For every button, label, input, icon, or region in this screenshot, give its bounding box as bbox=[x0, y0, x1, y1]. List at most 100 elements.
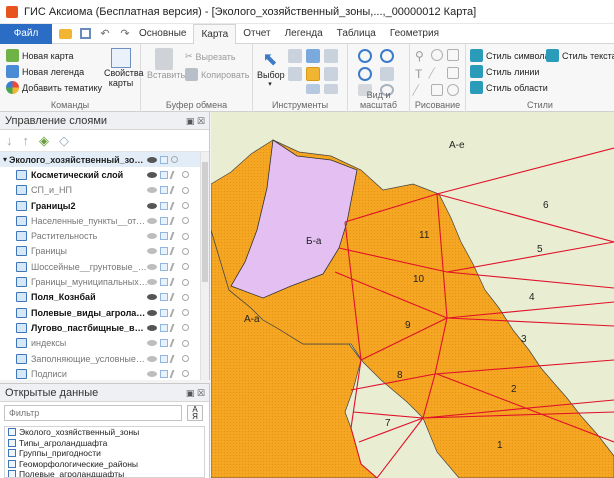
open-data-window-buttons[interactable]: ▣ ☒ bbox=[186, 388, 205, 399]
eraser-icon[interactable] bbox=[324, 84, 338, 94]
label-pin-icon[interactable] bbox=[182, 309, 189, 317]
editable-pencil-icon[interactable] bbox=[169, 354, 181, 363]
layer-root[interactable]: ▾ Эколого_хозяйственный_зон... bbox=[0, 152, 209, 168]
filter-input[interactable] bbox=[4, 405, 182, 421]
move-up-icon[interactable]: ↑ bbox=[23, 133, 30, 148]
visibility-eye-icon[interactable] bbox=[147, 156, 157, 163]
label-pin-icon[interactable] bbox=[182, 293, 189, 301]
editable-pencil-icon[interactable] bbox=[169, 170, 181, 179]
paste-button[interactable]: Вставить bbox=[147, 48, 185, 80]
layer-row[interactable]: Поля_Кознбай bbox=[0, 290, 209, 305]
label-pin-icon[interactable] bbox=[182, 370, 189, 378]
zoom-in-icon[interactable] bbox=[358, 67, 372, 81]
layer-row[interactable]: Границы bbox=[0, 244, 209, 259]
visibility-eye-icon[interactable] bbox=[147, 233, 157, 240]
editable-pencil-icon[interactable] bbox=[169, 216, 181, 225]
tab-main[interactable]: Основные bbox=[132, 24, 193, 44]
add-thematic-button[interactable]: Добавить тематику bbox=[6, 81, 102, 94]
editable-pencil-icon[interactable] bbox=[169, 308, 181, 317]
editable-pencil-icon[interactable] bbox=[169, 323, 181, 332]
label-pin-icon[interactable] bbox=[182, 339, 189, 347]
new-legend-button[interactable]: Новая легенда bbox=[6, 65, 84, 78]
selectable-icon[interactable] bbox=[160, 155, 168, 164]
editable-pencil-icon[interactable] bbox=[169, 186, 181, 195]
text-icon[interactable]: T bbox=[415, 67, 427, 81]
layer-row[interactable]: Шоссейные__грунтовые_до... bbox=[0, 259, 209, 274]
frame-icon[interactable] bbox=[447, 67, 459, 79]
collapse-icon[interactable]: ▾ bbox=[3, 155, 7, 164]
selectable-icon[interactable] bbox=[160, 369, 168, 378]
symbol-style-button[interactable]: Стиль символа bbox=[470, 49, 550, 62]
label-pin-icon[interactable] bbox=[182, 355, 189, 362]
edit-node-icon[interactable] bbox=[306, 67, 320, 81]
editable-pencil-icon[interactable] bbox=[169, 262, 181, 271]
selectable-icon[interactable] bbox=[160, 339, 168, 348]
info-tool-icon[interactable] bbox=[306, 49, 320, 63]
data-list-item[interactable]: Геоморфологические_районы bbox=[5, 459, 204, 470]
tab-map[interactable]: Карта bbox=[193, 23, 237, 45]
panel-window-buttons[interactable]: ▣ ☒ bbox=[186, 116, 205, 127]
visibility-eye-icon[interactable] bbox=[147, 217, 157, 224]
visibility-eye-icon[interactable] bbox=[147, 279, 157, 286]
editable-pencil-icon[interactable] bbox=[169, 339, 181, 348]
polyline-icon[interactable] bbox=[411, 84, 431, 96]
editable-pencil-icon[interactable] bbox=[169, 232, 181, 241]
copy-button[interactable]: Копировать bbox=[185, 68, 249, 81]
visibility-eye-icon[interactable] bbox=[147, 248, 157, 255]
select-region-icon[interactable] bbox=[288, 49, 302, 63]
polygon-icon[interactable] bbox=[431, 84, 443, 96]
selectable-icon[interactable] bbox=[160, 170, 168, 179]
editable-pencil-icon[interactable] bbox=[169, 369, 181, 378]
area-style-button[interactable]: Стиль области bbox=[470, 81, 548, 94]
editable-pencil-icon[interactable] bbox=[169, 247, 181, 256]
tab-table[interactable]: Таблица bbox=[330, 24, 383, 44]
add-layer-icon[interactable]: ◈ bbox=[39, 133, 49, 149]
label-pin-icon[interactable] bbox=[182, 263, 189, 271]
line-style-button[interactable]: Стиль линии bbox=[470, 65, 539, 78]
ellipse-icon[interactable] bbox=[447, 84, 459, 96]
tab-geometry[interactable]: Геометрия bbox=[383, 24, 446, 44]
selectable-icon[interactable] bbox=[160, 247, 168, 256]
layer-row[interactable]: Границы_муниципальных_о... bbox=[0, 274, 209, 289]
layers-scrollbar[interactable] bbox=[200, 152, 209, 380]
visibility-eye-icon[interactable] bbox=[147, 294, 157, 301]
selectable-icon[interactable] bbox=[160, 278, 168, 287]
data-list-item[interactable]: Эколого_хозяйственный_зоны bbox=[5, 427, 204, 438]
editable-pencil-icon[interactable] bbox=[169, 278, 181, 287]
tab-legend[interactable]: Легенда bbox=[278, 24, 330, 44]
measure-icon[interactable] bbox=[324, 49, 338, 63]
selectable-icon[interactable] bbox=[160, 216, 168, 225]
layers-scrollbar-thumb[interactable] bbox=[202, 162, 208, 282]
visibility-eye-icon[interactable] bbox=[147, 202, 157, 209]
layer-row[interactable]: Полевые_виды_агроландша... bbox=[0, 305, 209, 320]
visibility-eye-icon[interactable] bbox=[147, 370, 157, 377]
sort-az-button[interactable]: AЯ bbox=[187, 405, 203, 421]
selectable-icon[interactable] bbox=[160, 323, 168, 332]
selectable-icon[interactable] bbox=[160, 308, 168, 317]
data-list-item[interactable]: Полевые_агроландшафты bbox=[5, 469, 204, 477]
visibility-eye-icon[interactable] bbox=[147, 171, 157, 178]
select-polygon-icon[interactable] bbox=[288, 67, 302, 81]
label-pin-icon[interactable] bbox=[182, 247, 189, 255]
table-select-icon[interactable] bbox=[306, 84, 320, 94]
layer-row[interactable]: индексы bbox=[0, 336, 209, 351]
open-folder-icon[interactable] bbox=[58, 27, 72, 41]
data-list-item[interactable]: Группы_пригодности bbox=[5, 448, 204, 459]
point-icon[interactable]: ⚲ bbox=[415, 49, 427, 63]
layer-row[interactable]: СП_и_НП bbox=[0, 183, 209, 198]
visibility-eye-icon[interactable] bbox=[147, 187, 157, 194]
visibility-eye-icon[interactable] bbox=[147, 355, 157, 362]
text-style-button[interactable]: Стиль текста bbox=[546, 49, 614, 62]
layer-row[interactable]: Косметический слой bbox=[0, 167, 209, 182]
visibility-eye-icon[interactable] bbox=[147, 309, 157, 316]
label-pin-icon[interactable] bbox=[182, 202, 189, 210]
editable-pencil-icon[interactable] bbox=[169, 293, 181, 302]
move-down-icon[interactable]: ↓ bbox=[6, 133, 13, 148]
selectable-icon[interactable] bbox=[160, 262, 168, 271]
undo-icon[interactable]: ↶ bbox=[98, 27, 112, 41]
line-icon[interactable] bbox=[427, 67, 447, 79]
tab-report[interactable]: Отчет bbox=[236, 24, 277, 44]
new-map-button[interactable]: Новая карта bbox=[6, 49, 74, 62]
layer-row[interactable]: Заполняющие_условные_зн... bbox=[0, 351, 209, 366]
file-tab[interactable]: Файл bbox=[0, 23, 52, 44]
